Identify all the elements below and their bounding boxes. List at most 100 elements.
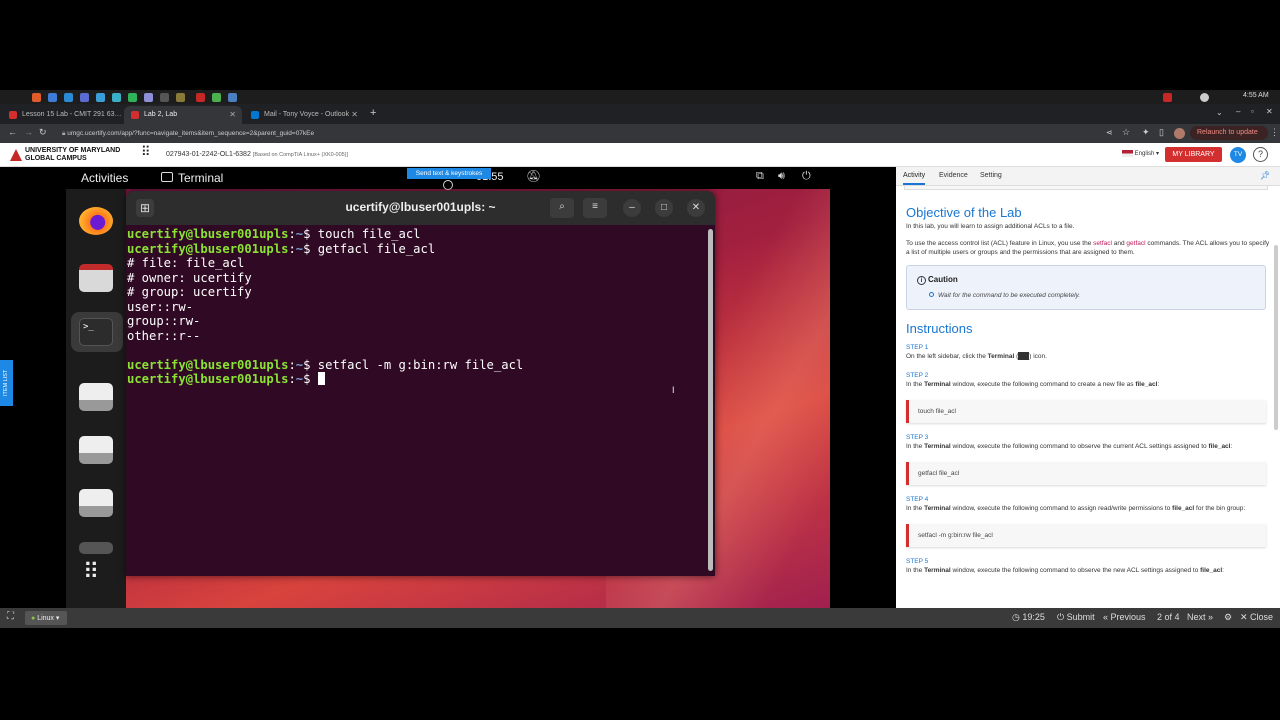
drive-icon[interactable] [79,383,113,411]
power-icon[interactable]: ⏻ [802,170,811,183]
terminal-output[interactable]: ucertify@lbuser001upls:~$ touch file_acl… [127,227,707,572]
tab-setting[interactable]: Setting [980,172,1002,179]
pin-icon[interactable]: 📌︎ [1260,171,1270,180]
output-text: # owner: ucertify [127,270,252,285]
show-apps-icon[interactable]: ⠿ [83,561,99,583]
relaunch-button[interactable]: Relaunch to update [1190,126,1268,140]
objective-text: In this lab, you will learn to assign ad… [906,223,1075,230]
drive-icon[interactable] [79,542,113,554]
step2-code[interactable]: touch file_acl [906,400,1266,423]
minimize-icon[interactable]: – [623,199,641,217]
chrome-tray-icon[interactable] [212,93,221,102]
terminal-output-line: # file: file_acl [127,256,707,271]
reload-icon[interactable]: ↻ [39,127,47,138]
sidepanel-icon[interactable]: ▯ [1159,127,1164,138]
browser-tab[interactable]: Mail - Tony Voyce - Outlook ✕ [244,106,364,124]
panel-scrollbar[interactable] [1274,245,1278,430]
tab-title: Lesson 15 Lab - CMIT 291 63… [22,111,122,118]
app-tray-icon[interactable] [64,93,73,102]
settings-gear-icon[interactable]: ⚙ [1224,612,1232,623]
output-text: user::rw- [127,299,194,314]
umgc-logo[interactable]: UNIVERSITY OF MARYLAND GLOBAL CAMPUS [25,147,149,165]
next-button[interactable]: Next » [1187,612,1213,622]
previous-button[interactable]: « Previous [1103,612,1146,622]
app-tray-icon[interactable] [128,93,137,102]
os-tray: 4:55 AM [0,90,1280,104]
firefox-icon[interactable] [79,207,113,235]
forward-icon[interactable]: → [24,127,33,137]
app-tray-icon[interactable] [228,93,237,102]
profile-avatar[interactable] [1174,128,1185,139]
restore-window-icon[interactable]: ▫ [1251,107,1254,116]
maximize-icon[interactable]: □ [655,199,673,217]
search-icon[interactable]: ⌕ [550,198,574,218]
hamburger-menu-icon[interactable]: ≡ [583,198,607,218]
os-select-label: Linux [37,615,54,622]
minimize-window-icon[interactable]: – [1236,107,1240,116]
prompt-sep: : [288,372,296,386]
browser-tab[interactable]: Lesson 15 Lab - CMIT 291 63… [2,106,122,124]
submit-button[interactable]: ⏻ Submit [1057,612,1095,623]
terminal-small-icon [1018,352,1030,361]
item-list-tab[interactable]: ITEM LIST [0,360,13,406]
prompt-user: ucertify@lbuser001upls [127,227,289,241]
drive-icon[interactable] [79,489,113,517]
step4-code[interactable]: setfacl -m g:bin:rw file_acl [906,524,1266,547]
app-tray-icon[interactable] [112,93,121,102]
fullscreen-icon[interactable]: ⛶ [7,611,14,622]
app-tray-icon[interactable] [48,93,57,102]
apps-grid-icon[interactable]: ⠿ [141,145,153,160]
app-tray-icon[interactable] [176,93,185,102]
app-tray-icon[interactable] [96,93,105,102]
bookmark-star-icon[interactable]: ☆ [1122,127,1130,138]
language-select[interactable]: English ▾ [1122,150,1159,157]
share-icon[interactable]: ⋖ [1106,128,1113,137]
send-keystrokes-button[interactable]: Send text & keystrokes [407,168,491,179]
network-icon[interactable]: ⧉ [756,170,764,183]
terminal-scrollbar[interactable] [708,229,713,571]
browser-menu-icon[interactable]: ⋮ [1270,127,1279,138]
close-icon[interactable]: ✕ [687,199,705,217]
panel-content: Objective of the Lab In this lab, you wi… [902,195,1272,608]
command-text: $ setfacl -m g:bin:rw file_acl [303,357,524,372]
command-text: $ [303,372,318,386]
user-avatar[interactable]: TV [1230,147,1246,163]
url-bar[interactable]: 🔒︎ umgc.ucertify.com/app/?func=navigate_… [56,127,1106,140]
help-button[interactable]: ? [1253,147,1268,162]
drag-handle-icon[interactable] [443,180,453,190]
app-tray-icon[interactable] [32,93,41,102]
notifications-off-icon[interactable]: 🔕︎ [526,169,541,183]
prompt-user: ucertify@lbuser001upls [127,372,289,386]
os-select-button[interactable]: ● Linux ▾ [25,611,67,625]
terminal-dock-icon[interactable]: >_ [79,318,113,346]
app-menu[interactable]: Terminal [178,171,223,185]
tab-activity[interactable]: Activity [903,172,926,185]
app-tray-icon[interactable] [196,93,205,102]
tab-search-icon[interactable]: ⌄ [1216,108,1223,117]
drive-icon[interactable] [79,436,113,464]
record-icon[interactable] [1163,93,1172,102]
extensions-icon[interactable]: ✦ [1142,127,1150,138]
close-tab-icon[interactable]: ✕ [229,110,236,119]
us-flag-icon [1122,150,1133,157]
browser-tab-active[interactable]: Lab 2, Lab ✕ [124,106,242,124]
my-library-button[interactable]: MY LIBRARY [1165,147,1222,162]
setfacl-keyword: setfacl [1093,240,1112,247]
back-icon[interactable]: ← [8,127,17,137]
volume-icon[interactable]: 🔊︎ [778,170,785,183]
app-tray-icon[interactable] [144,93,153,102]
activities-button[interactable]: Activities [81,171,128,185]
close-window-icon[interactable]: ✕ [1266,107,1273,116]
steam-icon[interactable] [1200,93,1209,102]
screen: 4:55 AM Lesson 15 Lab - CMIT 291 63… Lab… [0,0,1280,720]
terminal-command-line: ucertify@lbuser001upls:~$ getfacl file_a… [127,242,707,257]
app-tray-icon[interactable] [160,93,169,102]
tab-evidence[interactable]: Evidence [939,172,968,179]
close-tab-icon[interactable]: ✕ [351,110,358,119]
close-button[interactable]: ✕ Close [1240,612,1273,623]
step3-code[interactable]: getfacl file_acl [906,462,1266,485]
files-icon[interactable] [79,264,113,292]
new-tab-button[interactable]: + [370,107,376,119]
dock: >_ ⠿ [66,189,126,608]
app-tray-icon[interactable] [80,93,89,102]
